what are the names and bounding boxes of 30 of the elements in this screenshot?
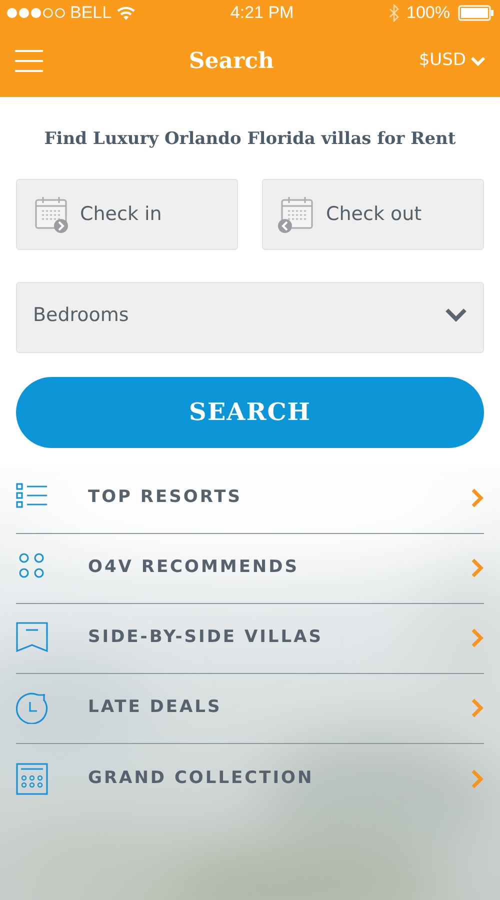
wifi-icon (116, 4, 136, 20)
status-time: 4:21 PM (229, 2, 295, 24)
calendar-icon (16, 762, 48, 794)
chevron-down-icon (445, 307, 467, 323)
search-button[interactable]: SEARCH (16, 376, 484, 448)
calendar-icon (278, 196, 315, 232)
bookmark-icon (16, 622, 48, 654)
date-field[interactable]: Check in (16, 178, 238, 250)
menu-link[interactable]: SIDE-BY-SIDE VILLAS (72, 625, 470, 651)
battery-percent: 100% (406, 2, 450, 24)
date-field[interactable]: Check out (262, 178, 484, 250)
menu-link[interactable]: LATE DEALS (72, 695, 470, 721)
page-heading: Find Luxury Orlando Florida villas for Rent (43, 128, 457, 151)
bluetooth-icon (388, 4, 399, 22)
chevron-right-icon (470, 628, 484, 648)
chevron-right-icon (470, 488, 484, 508)
chevron-right-icon (470, 558, 484, 578)
chevron-right-icon (470, 768, 484, 788)
signal-icon (6, 6, 66, 20)
menu-link[interactable]: GRAND COLLECTION (72, 766, 470, 792)
bedrooms-dropdown[interactable]: Bedrooms (16, 282, 484, 352)
battery-icon (458, 4, 494, 20)
carrier-name: BELL (70, 2, 112, 24)
chevron-down-icon (470, 55, 486, 67)
page-title: Search (188, 48, 274, 74)
clock-icon (16, 692, 48, 724)
menu-link[interactable]: O4V RECOMMENDS (72, 555, 470, 581)
menu-icon (14, 49, 44, 73)
menu-button[interactable] (14, 49, 44, 73)
chevron-right-icon (470, 698, 484, 718)
